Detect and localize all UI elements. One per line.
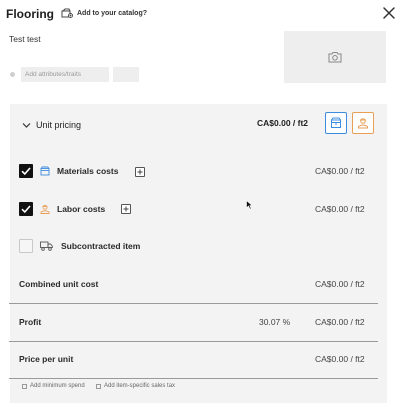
checkmark-icon bbox=[21, 205, 31, 214]
sales-tax-label: Add item-specific sales tax bbox=[104, 383, 176, 389]
chevron-down-icon[interactable] bbox=[22, 122, 31, 129]
catalog-icon bbox=[61, 8, 73, 18]
price-per-unit-label: Price per unit bbox=[19, 354, 74, 364]
worker-icon bbox=[358, 118, 368, 129]
labor-costs-value: CA$0.00 / ft2 bbox=[315, 204, 365, 214]
checkbox-icon bbox=[22, 383, 27, 389]
modal-header: Flooring Add to your catalog? bbox=[0, 0, 400, 30]
photo-upload[interactable] bbox=[284, 31, 386, 83]
mouse-cursor-icon bbox=[246, 200, 253, 210]
combined-cost-value: CA$0.00 / ft2 bbox=[315, 279, 365, 289]
materials-checkbox[interactable] bbox=[19, 164, 33, 178]
profit-label: Profit bbox=[19, 317, 42, 327]
truck-icon bbox=[40, 241, 53, 251]
unit-pricing-value: CA$0.00 / ft2 bbox=[257, 118, 309, 128]
materials-box-icon bbox=[40, 166, 50, 176]
labor-costs-label: Labor costs bbox=[57, 204, 106, 214]
page-title: Flooring bbox=[6, 7, 54, 21]
min-spend-label: Add minimum spend bbox=[30, 383, 85, 389]
close-icon[interactable] bbox=[382, 6, 396, 20]
plus-icon bbox=[137, 169, 143, 175]
attributes-input[interactable] bbox=[21, 67, 109, 82]
unit-pricing-label[interactable]: Unit pricing bbox=[36, 120, 81, 130]
subcontracted-checkbox[interactable] bbox=[19, 239, 33, 253]
combined-cost-label: Combined unit cost bbox=[19, 279, 99, 289]
materials-costs-label: Materials costs bbox=[57, 166, 119, 176]
profit-value: CA$0.00 / ft2 bbox=[315, 317, 365, 327]
subcontracted-label: Subcontracted item bbox=[61, 241, 141, 251]
materials-toggle-button[interactable] bbox=[325, 112, 347, 134]
labor-toggle-button[interactable] bbox=[352, 112, 374, 134]
attribute-dot-icon bbox=[10, 72, 15, 77]
divider bbox=[9, 341, 378, 342]
add-to-catalog[interactable]: Add to your catalog? bbox=[61, 8, 147, 18]
profit-percent[interactable]: 30.07 % bbox=[259, 317, 290, 327]
add-minimum-spend-link[interactable]: Add minimum spend bbox=[22, 383, 85, 389]
labor-checkbox[interactable] bbox=[19, 202, 33, 216]
add-sales-tax-link[interactable]: Add item-specific sales tax bbox=[96, 383, 175, 389]
checkmark-icon bbox=[21, 167, 31, 176]
price-per-unit-value: CA$0.00 / ft2 bbox=[315, 354, 365, 364]
divider bbox=[9, 378, 378, 379]
labor-worker-icon bbox=[40, 204, 50, 214]
materials-costs-value: CA$0.00 / ft2 bbox=[315, 166, 365, 176]
divider bbox=[9, 303, 378, 304]
attribute-add-button[interactable] bbox=[113, 67, 139, 82]
camera-icon bbox=[328, 52, 342, 63]
plus-icon bbox=[123, 206, 129, 212]
checkbox-icon bbox=[96, 383, 101, 389]
box-icon bbox=[331, 117, 341, 128]
add-materials-button[interactable] bbox=[135, 167, 145, 177]
catalog-label: Add to your catalog? bbox=[77, 9, 147, 17]
item-name[interactable]: Test test bbox=[9, 34, 41, 44]
add-labor-button[interactable] bbox=[121, 204, 131, 214]
